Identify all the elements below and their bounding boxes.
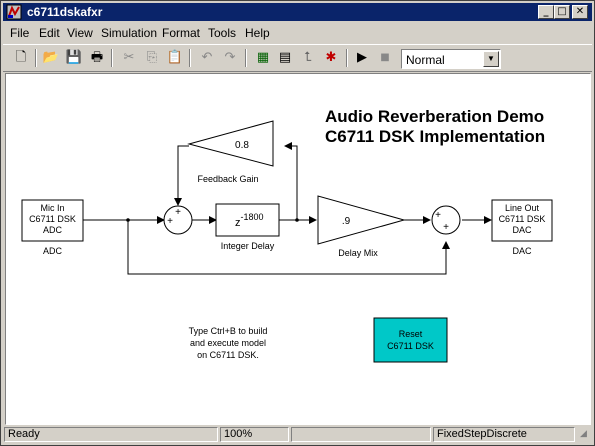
toolbar-separator bbox=[111, 49, 113, 67]
menu-simulation[interactable]: Simulation bbox=[101, 26, 157, 40]
status-empty bbox=[291, 427, 431, 442]
status-ready: Ready bbox=[4, 427, 218, 442]
branch-point bbox=[295, 218, 299, 222]
diagram-title-line-1: Audio Reverberation Demo bbox=[325, 107, 544, 126]
sum-1-plus-left: + bbox=[167, 216, 173, 227]
minimize-button[interactable]: _ bbox=[538, 5, 554, 19]
new-model-icon[interactable]: 🗋 bbox=[11, 48, 31, 68]
toolbar-separator bbox=[346, 49, 348, 67]
undo-icon[interactable]: ↶ bbox=[197, 48, 217, 68]
block-diagram: Audio Reverberation Demo C6711 DSK Imple… bbox=[21, 107, 553, 363]
adc-block[interactable]: Mic In C6711 DSK ADC bbox=[21, 199, 84, 242]
feedback-gain-name: Feedback Gain bbox=[197, 174, 258, 184]
start-simulation-icon[interactable]: ▶ bbox=[352, 48, 372, 68]
dac-block[interactable]: Line Out C6711 DSK DAC bbox=[491, 199, 553, 242]
menu-format[interactable]: Format bbox=[162, 26, 200, 40]
reset-block[interactable]: Reset C6711 DSK bbox=[373, 317, 448, 363]
adc-block-line-1: Mic In bbox=[40, 203, 64, 213]
sum-1-plus-top: + bbox=[175, 207, 181, 218]
library-browser-icon[interactable]: ▦ bbox=[253, 48, 273, 68]
model-canvas[interactable]: Audio Reverberation Demo C6711 DSK Imple… bbox=[5, 73, 591, 425]
status-bar: Ready 100% FixedStepDiscrete ◢ bbox=[3, 427, 592, 443]
adc-block-name: ADC bbox=[43, 246, 63, 256]
diagram-title-line-2: C6711 DSK Implementation bbox=[325, 127, 545, 146]
menu-help[interactable]: Help bbox=[245, 26, 270, 40]
simulation-mode-select[interactable]: Normal ▼ bbox=[401, 49, 501, 69]
save-icon[interactable]: 💾 bbox=[64, 48, 84, 68]
resize-grip[interactable]: ◢ bbox=[577, 427, 591, 442]
delay-mix-value: .9 bbox=[342, 216, 351, 227]
feedback-gain-value: 0.8 bbox=[235, 140, 249, 151]
menu-view[interactable]: View bbox=[67, 26, 93, 40]
status-solver: FixedStepDiscrete bbox=[433, 427, 575, 442]
toolbar-separator bbox=[35, 49, 37, 67]
toolbar-separator bbox=[245, 49, 247, 67]
menu-file[interactable]: File bbox=[10, 26, 29, 40]
stop-simulation-icon[interactable]: ■ bbox=[375, 48, 395, 68]
menu-edit[interactable]: Edit bbox=[39, 26, 60, 40]
delay-mix-name: Delay Mix bbox=[338, 248, 378, 258]
adc-block-line-3: ADC bbox=[43, 225, 63, 235]
adc-block-line-2: C6711 DSK bbox=[29, 214, 76, 224]
menu-tools[interactable]: Tools bbox=[208, 26, 236, 40]
sum-2-plus-bottom: + bbox=[443, 222, 449, 233]
open-folder-icon[interactable]: 📂 bbox=[41, 48, 61, 68]
sum-block-1[interactable]: + + bbox=[163, 205, 193, 235]
dac-block-line-3: DAC bbox=[512, 225, 532, 235]
reset-block-body bbox=[373, 317, 448, 363]
redo-icon[interactable]: ↷ bbox=[220, 48, 240, 68]
dac-block-line-1: Line Out bbox=[505, 203, 540, 213]
build-note-line-2: and execute model bbox=[190, 338, 266, 348]
reset-block-line-1: Reset bbox=[399, 329, 423, 339]
build-note-line-3: on C6711 DSK. bbox=[197, 350, 259, 360]
dac-block-name: DAC bbox=[512, 246, 532, 256]
feedback-gain-block[interactable]: 0.8 bbox=[187, 120, 274, 167]
toolbar-separator bbox=[189, 49, 191, 67]
go-to-parent-icon[interactable]: ⮤ bbox=[298, 48, 318, 68]
debug-icon[interactable]: ✱ bbox=[321, 48, 341, 68]
simulink-app-icon bbox=[6, 4, 22, 20]
menu-bar: File Edit View Simulation Format Tools H… bbox=[3, 23, 592, 42]
delay-exponent: -1800 bbox=[241, 212, 264, 222]
integer-delay-name: Integer Delay bbox=[221, 241, 275, 251]
window-title: c6711dskafxr bbox=[27, 5, 103, 19]
model-explorer-icon[interactable]: ▤ bbox=[275, 48, 295, 68]
integer-delay-block[interactable]: z-1800 bbox=[215, 203, 280, 237]
chevron-down-icon[interactable]: ▼ bbox=[483, 51, 499, 67]
build-note-line-1: Type Ctrl+B to build bbox=[189, 326, 268, 336]
maximize-button[interactable]: □ bbox=[554, 5, 570, 19]
print-icon[interactable]: 🖶 bbox=[87, 48, 107, 68]
simulink-window: c6711dskafxr _ □ ✕ File Edit View Simula… bbox=[0, 0, 595, 446]
simulation-mode-value: Normal bbox=[406, 53, 445, 67]
toolbar: 🗋 📂 💾 🖶 ✂ ⎘ 📋 ↶ ↷ ▦ ▤ ⮤ ✱ ▶ ■ Normal ▼ bbox=[3, 44, 592, 72]
delay-mix-block[interactable]: .9 bbox=[317, 195, 406, 245]
close-button[interactable]: ✕ bbox=[572, 5, 588, 19]
cut-icon[interactable]: ✂ bbox=[119, 48, 139, 68]
branch-point bbox=[126, 218, 130, 222]
signal-lines bbox=[83, 142, 492, 275]
reset-block-line-2: C6711 DSK bbox=[387, 341, 434, 351]
title-bar[interactable]: c6711dskafxr _ □ ✕ bbox=[3, 3, 592, 21]
copy-icon[interactable]: ⎘ bbox=[142, 48, 162, 68]
status-zoom: 100% bbox=[220, 427, 289, 442]
sum-2-plus-left: + bbox=[435, 210, 441, 221]
dac-block-line-2: C6711 DSK bbox=[499, 214, 546, 224]
paste-icon[interactable]: 📋 bbox=[165, 48, 185, 68]
sum-block-2[interactable]: + + bbox=[431, 205, 461, 235]
